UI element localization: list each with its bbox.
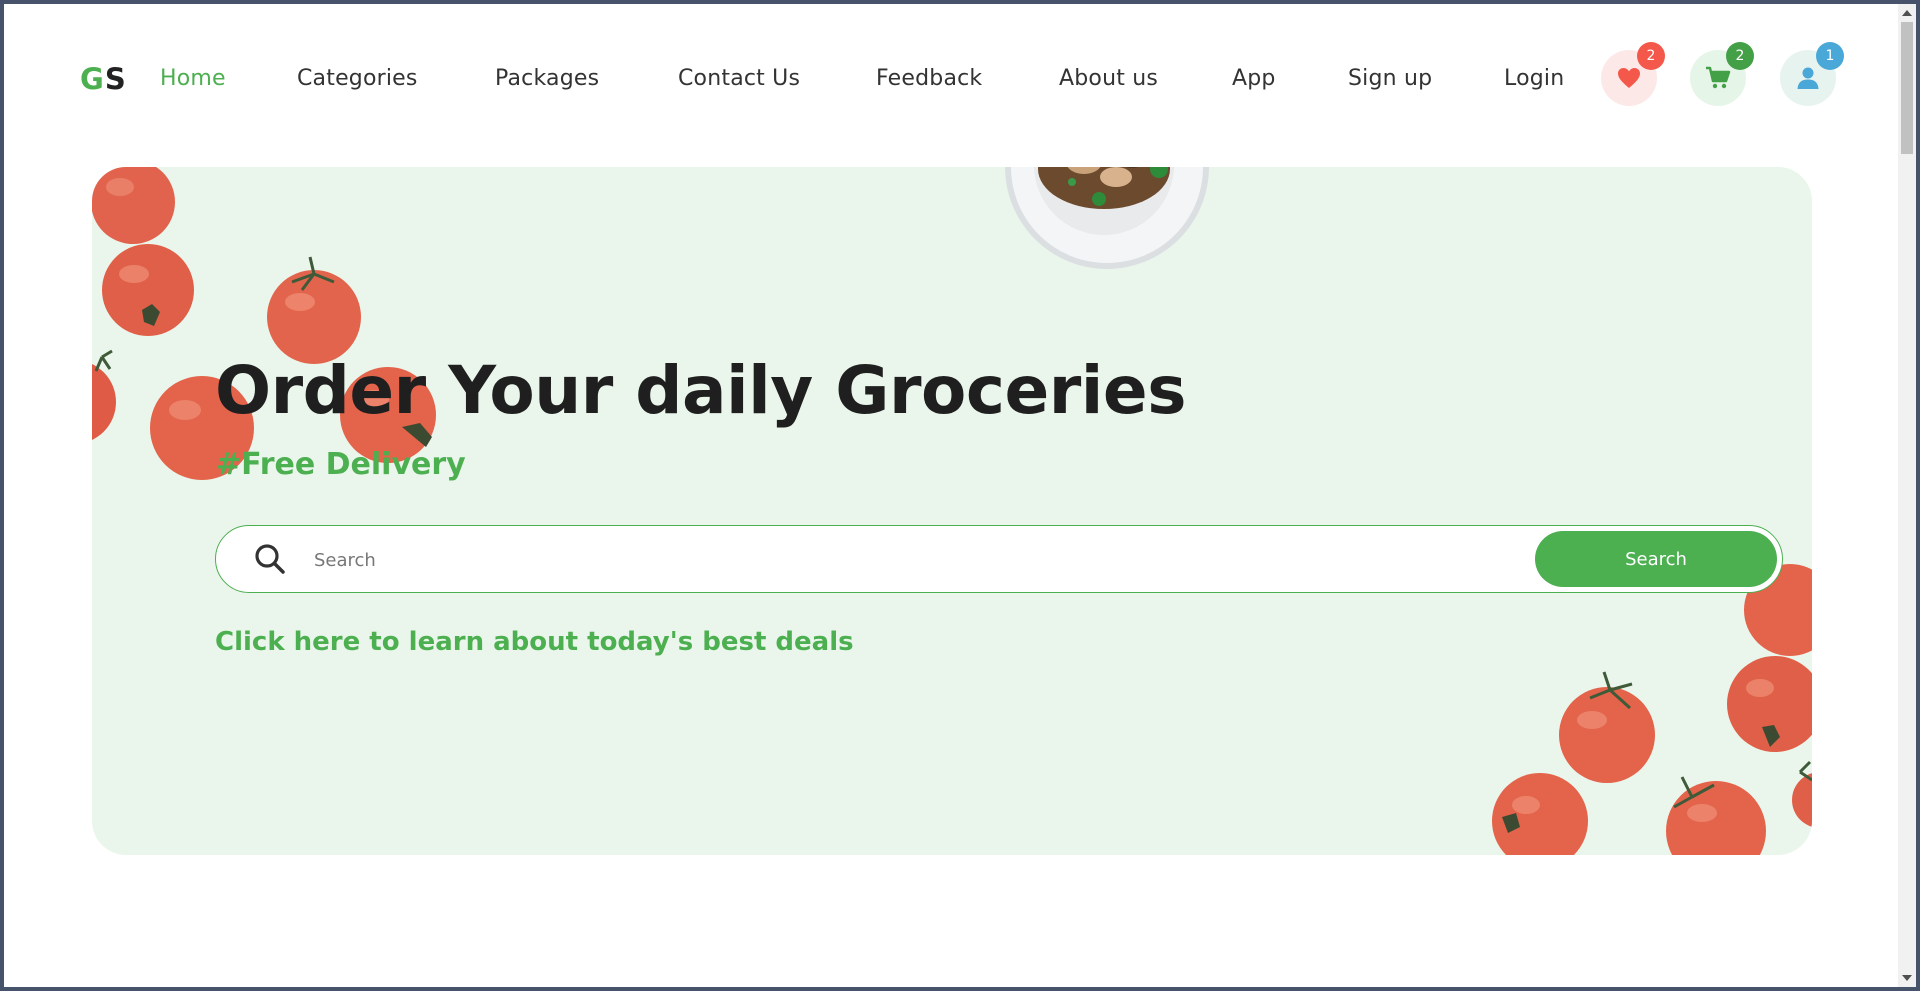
search-icon — [255, 544, 285, 574]
cart-icon — [1706, 66, 1731, 89]
nav-login[interactable]: Login — [1504, 66, 1564, 91]
vertical-scrollbar[interactable] — [1898, 4, 1916, 987]
user-button[interactable]: 1 — [1780, 42, 1844, 106]
user-count-badge: 1 — [1816, 42, 1844, 70]
tomato-image — [92, 167, 175, 244]
nav-sign-up[interactable]: Sign up — [1348, 66, 1432, 91]
navbar: GS Home Categories Packages Contact Us F… — [4, 4, 1898, 154]
cart-button[interactable]: 2 — [1690, 42, 1754, 106]
browser-window: GS Home Categories Packages Contact Us F… — [4, 4, 1916, 987]
nav-home[interactable]: Home — [160, 66, 226, 91]
tomato-image — [1792, 760, 1812, 827]
scroll-thumb[interactable] — [1901, 22, 1913, 154]
logo[interactable]: GS — [80, 62, 127, 96]
tomato-image — [267, 256, 361, 364]
search-button[interactable]: Search — [1535, 531, 1777, 587]
scroll-up-arrow[interactable] — [1902, 10, 1912, 16]
tomato-image — [1727, 656, 1812, 752]
tomato-image — [92, 349, 116, 440]
logo-letter-s: S — [104, 62, 127, 96]
hero-banner: Order Your daily Groceries #Free Deliver… — [92, 167, 1812, 855]
nav-categories[interactable]: Categories — [297, 66, 418, 91]
scroll-down-arrow[interactable] — [1902, 975, 1912, 981]
nav-contact-us[interactable]: Contact Us — [678, 66, 800, 91]
search-bar: Search — [215, 525, 1783, 593]
tomato-image — [1666, 776, 1766, 855]
hero-title: Order Your daily Groceries — [215, 352, 1186, 429]
wishlist-button[interactable]: 2 — [1601, 42, 1665, 106]
hero-subtitle: #Free Delivery — [216, 447, 466, 482]
wishlist-count-badge: 2 — [1637, 42, 1665, 70]
cart-count-badge: 2 — [1726, 42, 1754, 70]
nav-packages[interactable]: Packages — [495, 66, 599, 91]
heart-icon — [1618, 68, 1640, 88]
nav-feedback[interactable]: Feedback — [876, 66, 982, 91]
tomato-image — [102, 244, 194, 336]
best-deals-link[interactable]: Click here to learn about today's best d… — [215, 627, 854, 657]
food-plate-image — [1005, 167, 1209, 269]
tomato-image — [1492, 773, 1588, 855]
nav-about-us[interactable]: About us — [1059, 66, 1158, 91]
user-icon — [1797, 67, 1819, 89]
search-input[interactable] — [312, 538, 1476, 582]
nav-app[interactable]: App — [1232, 66, 1276, 91]
logo-letter-g: G — [80, 62, 105, 96]
